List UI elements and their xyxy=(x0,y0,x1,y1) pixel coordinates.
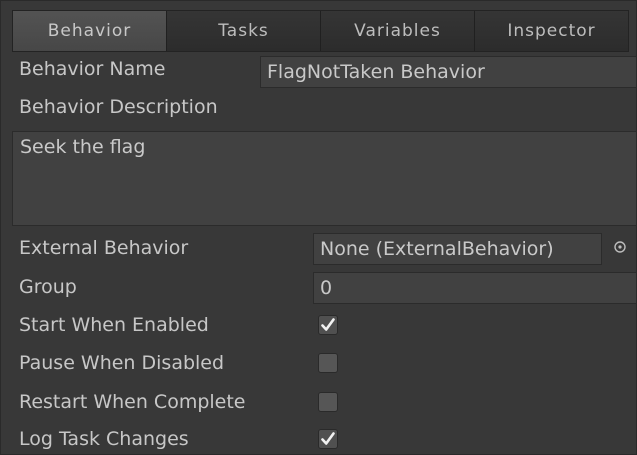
start-when-enabled-label: Start When Enabled xyxy=(19,314,209,336)
tab-variables[interactable]: Variables xyxy=(321,11,475,51)
behavior-inspector-panel: Behavior Tasks Variables Inspector Behav… xyxy=(0,0,637,455)
behavior-description-label: Behavior Description xyxy=(19,96,218,118)
pause-when-disabled-checkbox[interactable] xyxy=(318,353,338,373)
pause-when-disabled-label: Pause When Disabled xyxy=(19,352,225,374)
tab-bar: Behavior Tasks Variables Inspector xyxy=(12,10,629,52)
checkmark-icon xyxy=(321,318,335,331)
object-picker-icon[interactable] xyxy=(612,239,628,255)
behavior-description-field[interactable]: Seek the flag xyxy=(12,131,637,226)
log-task-changes-checkbox[interactable] xyxy=(318,429,338,449)
tab-inspector[interactable]: Inspector xyxy=(475,11,628,51)
restart-when-complete-label: Restart When Complete xyxy=(19,391,246,413)
behavior-name-label: Behavior Name xyxy=(19,58,166,80)
log-task-changes-label: Log Task Changes xyxy=(19,428,189,450)
restart-when-complete-checkbox[interactable] xyxy=(318,392,338,412)
behavior-name-field[interactable]: FlagNotTaken Behavior xyxy=(260,56,637,88)
tab-tasks[interactable]: Tasks xyxy=(167,11,321,51)
group-label: Group xyxy=(19,276,77,298)
checkmark-icon xyxy=(321,432,335,445)
external-behavior-field[interactable]: None (ExternalBehavior) xyxy=(313,233,602,265)
external-behavior-label: External Behavior xyxy=(19,237,189,259)
start-when-enabled-checkbox[interactable] xyxy=(318,315,338,335)
group-field[interactable]: 0 xyxy=(313,272,637,304)
tab-behavior[interactable]: Behavior xyxy=(13,11,167,51)
